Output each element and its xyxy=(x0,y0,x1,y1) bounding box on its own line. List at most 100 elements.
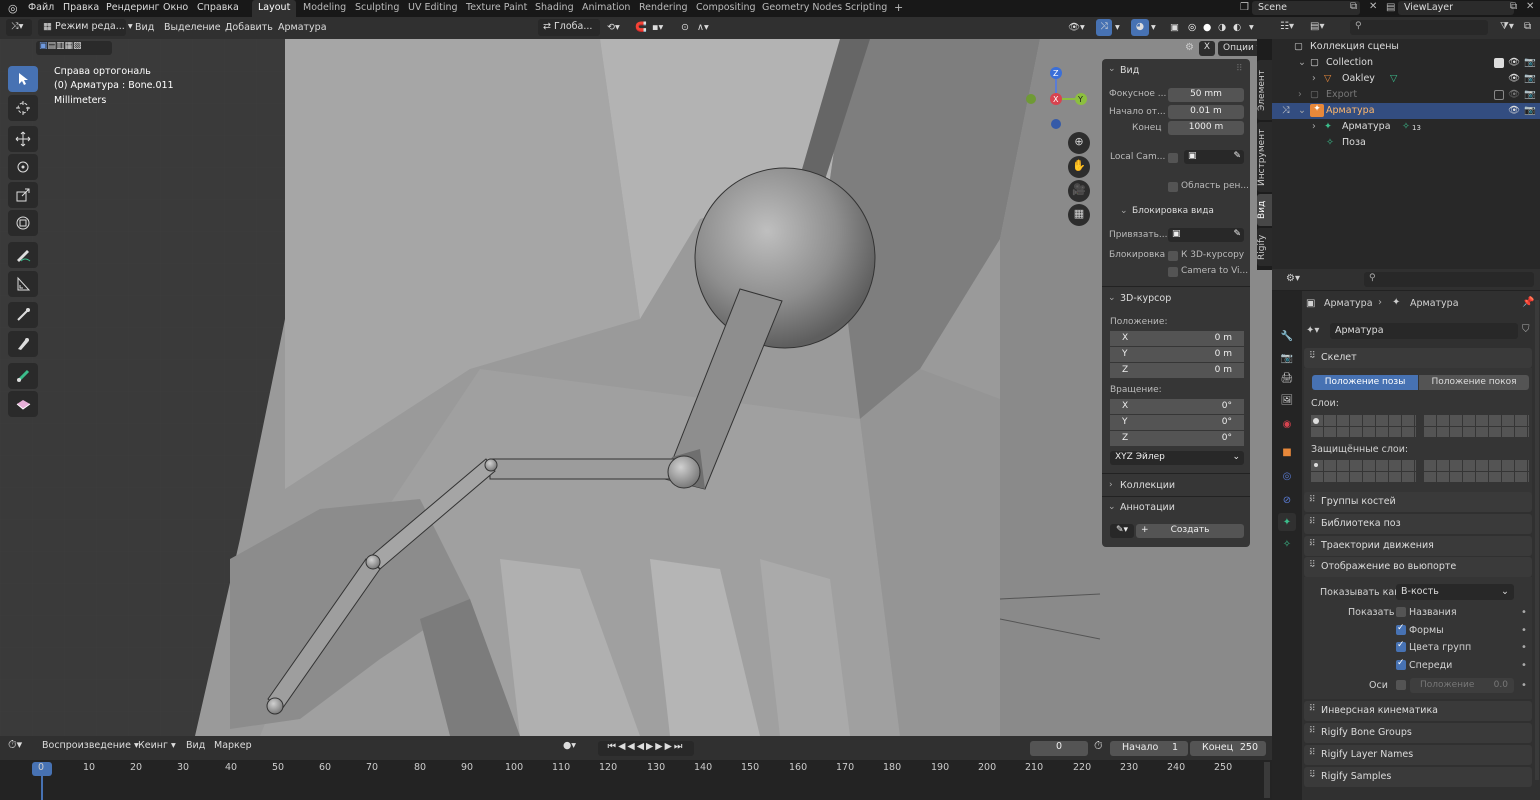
fake-user-icon[interactable]: ⛉ xyxy=(1522,324,1530,335)
eye-icon[interactable]: 👁 xyxy=(1508,89,1520,100)
proportional-edit-icon[interactable]: ⊙ xyxy=(681,20,689,36)
object-tab-icon[interactable]: ■ xyxy=(1278,443,1296,461)
camera-view-icon[interactable]: 🎥 xyxy=(1068,180,1090,202)
rigify-samples-section[interactable]: ⌄ Rigify Samples ⠿ xyxy=(1304,767,1532,787)
local-camera-field[interactable]: ▣ ✎ xyxy=(1184,150,1244,164)
pin-icon[interactable]: 📌 xyxy=(1522,297,1534,308)
cursor-location-y[interactable]: Y0 m xyxy=(1110,347,1244,362)
cursor-rotation-x[interactable]: X 0° xyxy=(1110,399,1244,414)
shading-material-icon[interactable]: ◑ xyxy=(1218,20,1226,36)
render-region-checkbox[interactable] xyxy=(1168,182,1178,192)
lock-expand-icon[interactable]: ⌄ xyxy=(1120,206,1128,216)
rotate-tool-icon[interactable] xyxy=(8,154,38,180)
shading-wireframe-icon[interactable]: ◎ xyxy=(1188,20,1196,36)
move-tool-icon[interactable] xyxy=(8,126,38,152)
rest-position-button[interactable]: Положение покоя xyxy=(1419,375,1529,390)
tab-rendering[interactable]: Rendering xyxy=(633,0,694,17)
tab-item[interactable]: Элемент xyxy=(1257,60,1272,120)
keying-menu[interactable]: Кеинг ▾ xyxy=(138,740,176,751)
collections-section-title[interactable]: Коллекции xyxy=(1120,480,1175,491)
tab-sculpting[interactable]: Sculpting xyxy=(349,0,405,17)
perspective-grid-icon[interactable]: ▦ xyxy=(1068,204,1090,226)
shapes-checkbox[interactable] xyxy=(1396,623,1406,635)
skeleton-section-header[interactable]: ⌄ Скелет ⠿ xyxy=(1304,348,1532,368)
snap-icon[interactable]: 🧲 xyxy=(635,20,647,36)
outliner-search-input[interactable]: ⚲ xyxy=(1350,20,1488,35)
eye-icon[interactable]: 👁 xyxy=(1508,57,1520,68)
exclude-checkbox[interactable] xyxy=(1494,90,1504,100)
outliner-row-collection[interactable]: ⌄ ▢ Collection 👁 📷 xyxy=(1272,55,1540,71)
output-tab-icon[interactable]: 🖨 xyxy=(1278,369,1296,387)
marker-menu[interactable]: Маркер xyxy=(214,740,252,751)
keyframe-dot[interactable]: • xyxy=(1521,625,1527,636)
clip-start-field[interactable]: 0.01 m xyxy=(1168,105,1244,119)
add-workspace-icon[interactable]: + xyxy=(888,0,909,16)
group-colors-checkbox[interactable] xyxy=(1396,640,1406,652)
x-mirror-toggle[interactable]: X xyxy=(1199,41,1215,56)
delete-view-layer-icon[interactable]: ✕ xyxy=(1526,1,1534,12)
cursor-rotation-y[interactable]: Y 0° xyxy=(1110,415,1244,430)
shading-solid-icon[interactable]: ● xyxy=(1203,20,1211,36)
cursor-expand-icon[interactable]: ⌄ xyxy=(1108,293,1116,303)
keyframe-dot[interactable]: • xyxy=(1521,642,1527,653)
menu-file[interactable]: Файл xyxy=(28,2,54,13)
extrude-tool-icon[interactable] xyxy=(8,363,38,389)
navigation-gizmo[interactable]: Z Y X xyxy=(1020,64,1095,134)
properties-search-input[interactable]: ⚲ xyxy=(1364,272,1534,287)
editor-type-button[interactable]: ⤨▾ xyxy=(6,19,32,36)
tab-view[interactable]: Вид xyxy=(1257,194,1272,226)
menu-window[interactable]: Окно xyxy=(163,2,188,13)
outliner-row-scene-collection[interactable]: ▢ Коллекция сцены xyxy=(1272,39,1540,55)
annotations-section-title[interactable]: Аннотации xyxy=(1120,502,1175,513)
eye-icon[interactable]: 👁 xyxy=(1508,73,1520,84)
annotation-source-icon[interactable]: ✎▾ xyxy=(1110,524,1134,538)
tool-tab-icon[interactable]: 🔧 xyxy=(1278,327,1296,345)
scale-tool-icon[interactable] xyxy=(8,182,38,208)
gizmo-toggle-icon[interactable]: ⤨ xyxy=(1096,19,1112,36)
tab-scripting[interactable]: Scripting xyxy=(839,0,893,17)
menu-help[interactable]: Справка xyxy=(197,2,239,13)
roll-tool-icon[interactable] xyxy=(8,302,38,328)
clip-end-field[interactable]: 1000 m xyxy=(1168,121,1244,135)
overlay-dropdown-icon[interactable]: ▾ xyxy=(1151,20,1156,36)
select-tool-icon[interactable] xyxy=(8,66,38,92)
axes-position-field[interactable]: Положение 0.0 xyxy=(1410,678,1514,693)
keyframe-dot[interactable]: • xyxy=(1521,660,1527,671)
shading-dropdown-icon[interactable]: ▾ xyxy=(1249,20,1254,36)
transform-tool-icon[interactable] xyxy=(8,210,38,236)
outliner-row-armature-data[interactable]: › ✦ Арматура ✧ 13 xyxy=(1272,119,1540,135)
overlay-toggle-icon[interactable]: ◕ xyxy=(1131,19,1149,36)
tab-rigify[interactable]: Rigify xyxy=(1257,228,1272,266)
tab-layout[interactable]: Layout xyxy=(252,0,297,17)
names-checkbox[interactable] xyxy=(1396,607,1406,617)
cursor-section-title[interactable]: 3D-курсор xyxy=(1120,293,1171,304)
outliner-row-export[interactable]: › ▢ Export 👁 📷 xyxy=(1272,87,1540,103)
new-scene-icon[interactable]: ⧉ xyxy=(1350,1,1357,12)
blender-logo-icon[interactable]: ◎ xyxy=(8,2,18,15)
tab-geometry-nodes[interactable]: Geometry Nodes xyxy=(756,0,848,17)
transform-orientation[interactable]: ⇄ Глоба... xyxy=(538,19,600,36)
properties-scrollbar[interactable] xyxy=(1535,300,1539,780)
envelope-tool-icon[interactable] xyxy=(8,391,38,417)
tab-texture-paint[interactable]: Texture Paint xyxy=(460,0,533,17)
edit-mode-icon[interactable]: ⤨ xyxy=(1282,105,1290,116)
autokey-icon[interactable]: ●▾ xyxy=(563,740,576,751)
menu-add[interactable]: Добавить xyxy=(225,20,273,36)
camera-icon[interactable]: 📷 xyxy=(1524,57,1536,68)
snap-target-icon[interactable]: ▪▾ xyxy=(652,20,663,36)
mode-selector[interactable]: ▦ Режим реда... ▾ xyxy=(38,19,133,36)
view-layer-tab-icon[interactable]: 🖼 xyxy=(1278,391,1296,409)
tab-shading[interactable]: Shading xyxy=(529,0,580,17)
clock-icon[interactable]: ⏱ xyxy=(1094,739,1103,753)
menu-view[interactable]: Вид xyxy=(135,20,154,36)
bone-groups-section[interactable]: › Группы костей ⠿ xyxy=(1304,492,1532,512)
breadcrumb-object[interactable]: Арматура xyxy=(1324,298,1373,309)
ik-section[interactable]: › Инверсная кинематика ⠿ xyxy=(1304,701,1532,721)
axes-checkbox[interactable] xyxy=(1396,680,1406,690)
tab-uv-editing[interactable]: UV Editing xyxy=(402,0,464,17)
falloff-icon[interactable]: ∧▾ xyxy=(697,20,709,36)
playback-menu[interactable]: Воспроизведение ▾ xyxy=(42,740,139,751)
bone-tab-icon[interactable]: ✧ xyxy=(1278,535,1296,553)
camera-icon[interactable]: 📷 xyxy=(1524,73,1536,84)
annotations-expand-icon[interactable]: ⌄ xyxy=(1108,502,1116,512)
